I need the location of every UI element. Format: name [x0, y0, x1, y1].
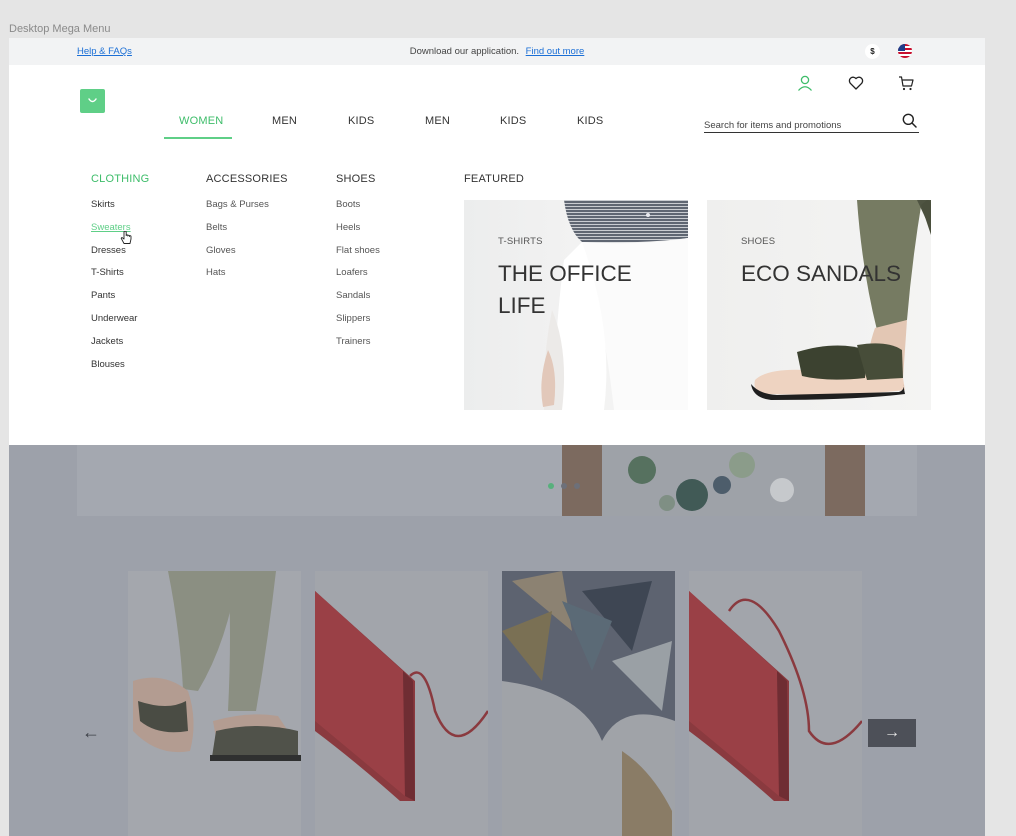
promo-text: Download our application.	[409, 46, 520, 57]
carousel-prev-arrow[interactable]: ←	[82, 722, 100, 743]
menu-item-loafers[interactable]: Loafers	[336, 267, 380, 290]
find-out-more-link[interactable]: Find out more	[526, 46, 585, 57]
product-card-sandals[interactable]	[128, 571, 301, 836]
clothing-heading[interactable]: CLOTHING	[91, 173, 149, 185]
nav-active-underline	[164, 137, 232, 139]
menu-item-heels[interactable]: Heels	[336, 222, 380, 245]
product-card-red-bag-2[interactable]	[689, 571, 862, 836]
featured-heading: FEATURED	[464, 173, 525, 185]
cart-icon[interactable]	[898, 75, 914, 91]
menu-item-trainers[interactable]: Trainers	[336, 336, 380, 359]
menu-item-pants[interactable]: Pants	[91, 290, 137, 313]
shoes-list: Boots Heels Flat shoes Loafers Sandals S…	[336, 199, 380, 359]
nav-kids-3[interactable]: KIDS	[577, 115, 603, 127]
menu-item-blouses[interactable]: Blouses	[91, 359, 137, 382]
card-title: ECO SANDALS	[741, 261, 902, 286]
announcement-bar: Help & FAQs Download our application. Fi…	[9, 38, 985, 65]
search-bar	[704, 113, 919, 133]
menu-item-bags-purses[interactable]: Bags & Purses	[206, 199, 269, 222]
menu-item-flat-shoes[interactable]: Flat shoes	[336, 245, 380, 268]
product-card-print-fabric[interactable]	[502, 571, 675, 836]
hero-banner[interactable]	[77, 445, 917, 516]
hero-image	[562, 445, 865, 516]
menu-item-hats[interactable]: Hats	[206, 267, 269, 290]
shoes-heading[interactable]: SHOES	[336, 173, 376, 185]
nav-women[interactable]: WOMEN	[179, 115, 223, 127]
account-icon[interactable]	[797, 75, 813, 91]
menu-item-boots[interactable]: Boots	[336, 199, 380, 222]
featured-card-eco-sandals[interactable]: SHOES ECO SANDALS	[707, 200, 931, 410]
carousel-dot-2[interactable]	[561, 483, 567, 489]
nav-men[interactable]: MEN	[272, 115, 297, 127]
carousel-next-arrow[interactable]: →	[868, 719, 916, 747]
nav-kids[interactable]: KIDS	[348, 115, 374, 127]
card-category: T-SHIRTS	[498, 236, 543, 247]
eco-sandals-image	[751, 200, 931, 400]
menu-item-skirts[interactable]: Skirts	[91, 199, 137, 222]
accessories-list: Bags & Purses Belts Gloves Hats	[206, 199, 269, 290]
menu-item-slippers[interactable]: Slippers	[336, 313, 380, 336]
menu-item-gloves[interactable]: Gloves	[206, 245, 269, 268]
card-title: THE OFFICE LIFE	[498, 261, 632, 318]
menu-item-dresses[interactable]: Dresses	[91, 245, 137, 268]
clothing-list: Skirts Sweaters Dresses T-Shirts Pants U…	[91, 199, 137, 381]
shopping-bag-logo-icon[interactable]	[80, 89, 105, 113]
wishlist-heart-icon[interactable]	[848, 75, 864, 91]
menu-item-sandals[interactable]: Sandals	[336, 290, 380, 313]
menu-item-underwear[interactable]: Underwear	[91, 313, 137, 336]
hand-cursor-icon	[120, 231, 132, 244]
carousel-dots	[548, 476, 587, 494]
frame-label: Desktop Mega Menu	[9, 23, 111, 35]
product-card-red-bag[interactable]	[315, 571, 488, 836]
card-category: SHOES	[741, 236, 776, 247]
nav-kids-2[interactable]: KIDS	[500, 115, 526, 127]
us-flag-icon[interactable]	[898, 44, 912, 58]
menu-item-jackets[interactable]: Jackets	[91, 336, 137, 359]
carousel-dot-3[interactable]	[574, 483, 580, 489]
featured-card-office-life[interactable]: T-SHIRTS THE OFFICE LIFE	[464, 200, 688, 410]
carousel-dot-1[interactable]	[548, 483, 554, 489]
search-input[interactable]	[704, 120, 894, 131]
menu-item-belts[interactable]: Belts	[206, 222, 269, 245]
nav-men-2[interactable]: MEN	[425, 115, 450, 127]
page-content-overlay[interactable]: ← →	[9, 445, 985, 836]
currency-selector[interactable]: $	[865, 44, 880, 59]
search-icon[interactable]	[902, 113, 917, 128]
page-frame: Help & FAQs Download our application. Fi…	[9, 38, 985, 836]
promo-message: Download our application. Find out more	[9, 46, 985, 57]
menu-item-t-shirts[interactable]: T-Shirts	[91, 267, 137, 290]
accessories-heading[interactable]: ACCESSORIES	[206, 173, 288, 185]
